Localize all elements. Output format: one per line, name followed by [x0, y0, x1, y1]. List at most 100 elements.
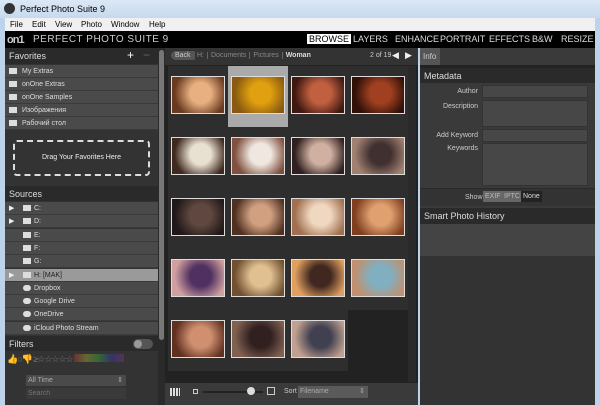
photo-thumbnail[interactable] [288, 127, 348, 188]
expand-arrow-icon[interactable]: ▶ [9, 204, 14, 212]
left-panel-scrollbar[interactable] [158, 48, 165, 405]
breadcrumb-item[interactable]: Documents [211, 52, 251, 59]
photo-thumbnail[interactable] [288, 310, 348, 371]
time-filter-value: All Time [28, 377, 53, 384]
photo-thumbnail[interactable] [168, 310, 228, 371]
photo-thumbnail[interactable] [288, 66, 348, 127]
tab-enhance[interactable]: ENHANCE [393, 34, 441, 44]
photo-image [171, 320, 225, 358]
photo-image [231, 259, 285, 297]
tab-effects[interactable]: EFFECTS [487, 34, 532, 44]
tab-bw[interactable]: B&W [530, 34, 555, 44]
keywords-field[interactable] [482, 143, 588, 186]
source-item[interactable]: ▶ H: [MAK] [5, 268, 158, 282]
rating-filter[interactable]: 👍○👎 ≥☆☆☆☆☆ [7, 354, 157, 366]
prev-arrow-icon[interactable]: ◀ [392, 50, 399, 61]
source-item[interactable]: iCloud Photo Stream [5, 321, 158, 335]
back-button[interactable]: Back [171, 51, 195, 60]
keywords-label: Keywords [447, 145, 478, 152]
time-filter-select[interactable]: All Time ⇕ [26, 375, 126, 386]
metadata-header: Metadata [420, 68, 595, 83]
favorite-item[interactable]: Изображения [5, 104, 158, 117]
tab-resize[interactable]: RESIZE [559, 34, 596, 44]
source-item[interactable]: ▶ D: [5, 215, 158, 229]
slider-knob[interactable] [247, 387, 255, 395]
filters-toggle[interactable] [133, 339, 153, 349]
folder-icon [9, 107, 17, 113]
photo-thumbnail[interactable] [348, 66, 408, 127]
photo-thumbnail[interactable] [168, 249, 228, 310]
tab-info[interactable]: Info [420, 48, 440, 65]
photo-thumbnail[interactable] [168, 127, 228, 188]
grid-scrollbar[interactable] [408, 66, 416, 382]
window-title: Perfect Photo Suite 9 [20, 4, 106, 14]
photo-thumbnail[interactable] [168, 66, 228, 127]
tab-browse[interactable]: BROWSE [307, 34, 352, 44]
small-thumb-icon [193, 389, 198, 394]
photo-image [231, 198, 285, 236]
author-field[interactable] [482, 85, 588, 98]
menu-window[interactable]: Window [111, 20, 139, 29]
source-item[interactable]: ▶ C: [5, 202, 158, 215]
menu-photo[interactable]: Photo [81, 20, 102, 29]
favorites-title: Favorites [9, 51, 47, 61]
remove-favorite-button[interactable]: − [143, 48, 150, 62]
menu-edit[interactable]: Edit [32, 20, 46, 29]
photo-thumbnail[interactable] [228, 188, 288, 249]
source-item[interactable]: F: [5, 241, 158, 255]
app-icon [4, 3, 15, 14]
photo-thumbnail[interactable] [168, 188, 228, 249]
photo-image [231, 137, 285, 175]
breadcrumb-item[interactable]: Woman [286, 52, 314, 59]
show-iptc-button[interactable]: IPTC [502, 191, 522, 202]
photo-thumbnail[interactable] [288, 188, 348, 249]
source-label: F: [34, 244, 41, 252]
add-favorite-button[interactable]: + [127, 48, 134, 62]
source-label: E: [34, 231, 41, 239]
photo-image [231, 320, 285, 358]
photo-thumbnail[interactable] [348, 249, 408, 310]
photo-thumbnail[interactable] [348, 127, 408, 188]
cloud-icon [23, 311, 31, 318]
favorite-item[interactable]: onOne Extras [5, 78, 158, 91]
photo-thumbnail[interactable] [228, 127, 288, 188]
favorite-label: onOne Extras [22, 81, 65, 88]
photo-image [171, 259, 225, 297]
photo-thumbnail[interactable] [348, 188, 408, 249]
filter-search-input[interactable] [26, 388, 126, 399]
photo-image [231, 76, 285, 114]
expand-arrow-icon[interactable]: ▶ [9, 217, 14, 225]
source-item[interactable]: OneDrive [5, 308, 158, 322]
photo-thumbnail[interactable] [228, 310, 288, 371]
source-item[interactable]: Google Drive [5, 295, 158, 309]
description-field[interactable] [482, 100, 588, 127]
menu-file[interactable]: File [10, 20, 23, 29]
favorite-item[interactable]: My Extras [5, 65, 158, 78]
breadcrumb-item[interactable]: Pictures [253, 52, 283, 59]
favorite-item[interactable]: onOne Samples [5, 91, 158, 104]
tab-layers[interactable]: LAYERS [351, 34, 390, 44]
show-none-button[interactable]: None [521, 191, 542, 202]
add-keyword-field[interactable] [482, 129, 588, 142]
sort-select[interactable]: Filename ⇕ [298, 386, 368, 398]
expand-arrow-icon[interactable]: ▶ [9, 271, 14, 279]
title-bar: Perfect Photo Suite 9 [0, 0, 600, 18]
favorites-drop-zone[interactable]: Drag Your Favorites Here [13, 140, 150, 176]
source-item[interactable]: Dropbox [5, 281, 158, 295]
menu-help[interactable]: Help [149, 20, 165, 29]
next-arrow-icon[interactable]: ▶ [405, 50, 412, 61]
photo-thumbnail[interactable] [228, 66, 288, 127]
drive-icon [23, 244, 31, 251]
photo-thumbnail[interactable] [228, 249, 288, 310]
show-exif-button[interactable]: EXIF [483, 191, 503, 202]
menu-view[interactable]: View [55, 20, 72, 29]
grid-view-icon[interactable] [170, 388, 180, 396]
breadcrumb-item[interactable]: H: [197, 52, 208, 59]
favorite-label: Изображения [22, 107, 66, 114]
photo-thumbnail[interactable] [288, 249, 348, 310]
tab-portrait[interactable]: PORTRAIT [438, 34, 487, 44]
source-item[interactable]: G: [5, 255, 158, 269]
scrollbar-thumb[interactable] [159, 50, 164, 340]
source-item[interactable]: E: [5, 228, 158, 242]
favorite-item[interactable]: Рабочий стол [5, 117, 158, 130]
